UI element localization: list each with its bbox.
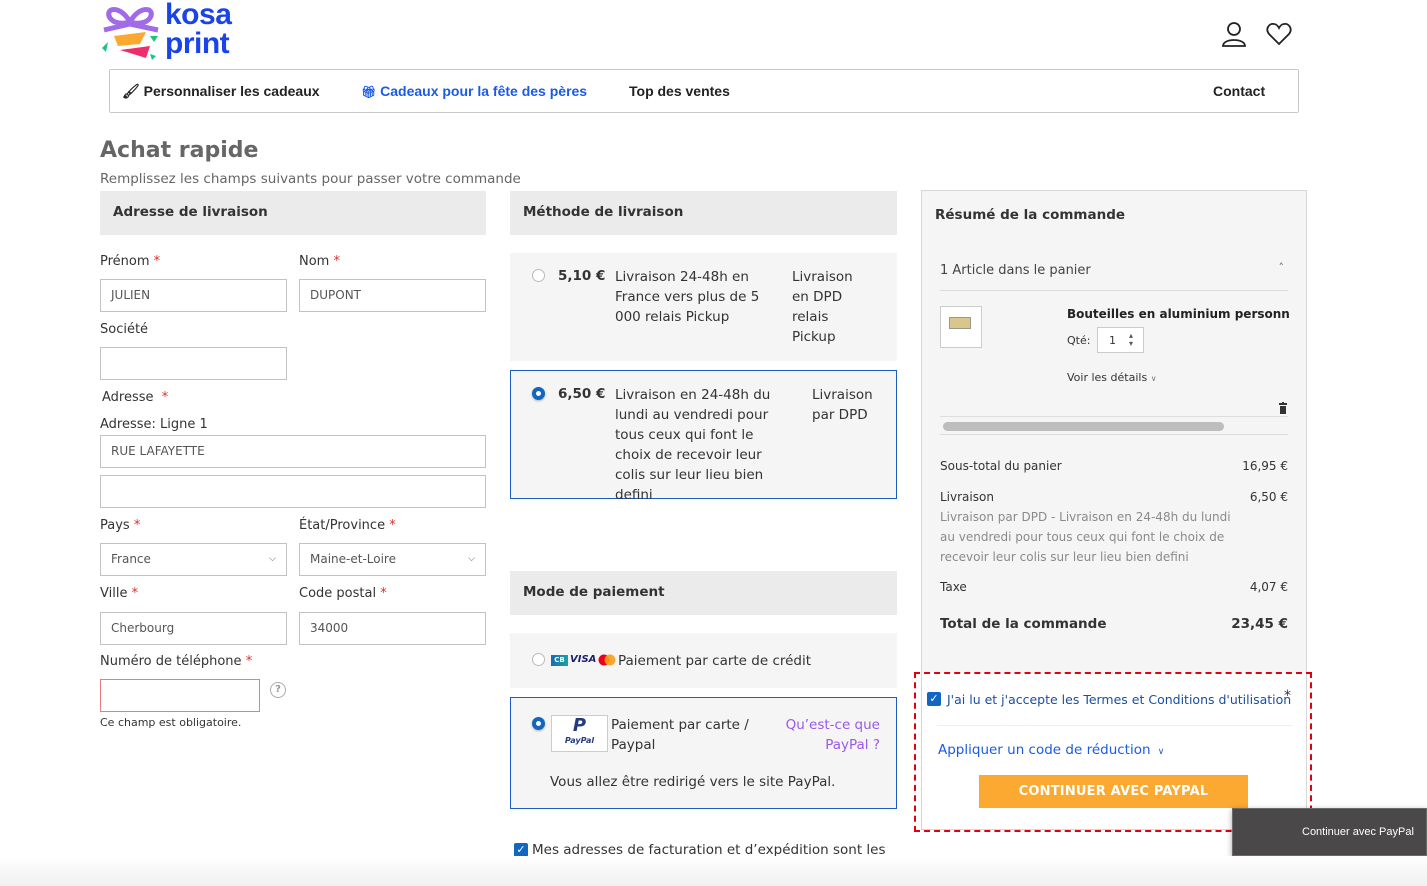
nav-item-top-ventes[interactable]: Top des ventes — [629, 83, 730, 99]
shipping-method-heading: Méthode de livraison — [510, 191, 897, 235]
product-thumbnail[interactable] — [940, 306, 982, 348]
cb-icon: CB — [551, 655, 568, 666]
country-select[interactable]: France ⌵ — [100, 543, 287, 576]
shipping-price: 5,10 € — [558, 268, 606, 284]
shipping-option-pickup[interactable]: 5,10 € Livraison 24-48h en France vers p… — [510, 253, 897, 361]
lastname-label: Nom * — [299, 254, 340, 269]
payment-radio-card[interactable] — [532, 653, 545, 666]
payment-option-paypal[interactable]: P PayPal Paiement par carte / Paypal Qu’… — [510, 697, 897, 809]
subtotal-label: Sous-total du panier — [940, 459, 1062, 473]
question-circle-icon[interactable]: ? — [270, 682, 286, 698]
street1-label: Adresse: Ligne 1 — [100, 417, 208, 432]
shipping-carrier: Livraison en DPD relais Pickup — [792, 269, 853, 345]
payment-label: Paiement par carte de crédit — [618, 653, 812, 669]
shipping-carrier: Livraison par DPD — [812, 387, 873, 423]
city-label: Ville * — [100, 586, 139, 601]
street2-input[interactable] — [100, 475, 486, 508]
heart-icon[interactable] — [1265, 20, 1293, 48]
shipping-description: Livraison en 24-48h du lundi au vendredi… — [615, 387, 771, 503]
main-nav: 🖌︎ Personnaliser les cadeaux 🎁︎ Cadeaux … — [109, 69, 1299, 113]
total-label: Total de la commande — [940, 616, 1107, 632]
view-details-toggle[interactable]: Voir les détails ∨ — [1067, 371, 1157, 384]
company-input[interactable] — [100, 347, 287, 380]
telephone-label: Numéro de téléphone * — [100, 654, 253, 669]
paypal-redirect-note: Vous allez être redirigé vers le site Pa… — [550, 774, 836, 790]
tax-label: Taxe — [940, 580, 967, 594]
what-is-paypal-link[interactable]: Qu’est-ce que PayPal ? — [776, 715, 880, 755]
summary-heading: Résumé de la commande — [935, 207, 1126, 223]
firstname-label: Prénom * — [100, 254, 161, 269]
gift-icon: 🎁︎ — [361, 85, 377, 99]
tax-value: 4,07 € — [1249, 580, 1288, 594]
payment-label: Paiement par carte / Paypal — [611, 717, 749, 753]
shipping-label: Livraison — [940, 490, 994, 504]
visa-icon: VISA — [570, 654, 597, 665]
shipping-radio-dpd[interactable] — [532, 387, 545, 400]
postcode-input[interactable]: 34000 — [299, 612, 486, 645]
logo-line-2: print — [165, 27, 230, 60]
payment-heading: Mode de paiement — [510, 571, 897, 615]
shipping-method-description: Livraison par DPD - Livraison en 24-48h … — [940, 510, 1231, 564]
shipping-price: 6,50 € — [558, 386, 606, 402]
chevron-down-icon: ∨ — [1150, 374, 1157, 383]
horizontal-scrollbar[interactable] — [943, 422, 1224, 431]
shipping-radio-pickup[interactable] — [532, 269, 545, 282]
chevron-up-icon: ˄ — [1278, 261, 1285, 274]
trash-icon[interactable] — [1279, 402, 1287, 414]
street1-input[interactable]: RUE LAFAYETTE — [100, 435, 486, 468]
total-value: 23,45 € — [1231, 616, 1288, 632]
telephone-input[interactable] — [100, 679, 260, 712]
postcode-label: Code postal * — [299, 586, 387, 601]
nav-item-contact[interactable]: Contact — [1213, 83, 1265, 99]
product-name: Bouteilles en aluminium personnalis — [1067, 307, 1289, 321]
cart-items-toggle[interactable]: 1 Article dans le panier ˄ — [940, 253, 1288, 291]
chevron-down-icon: ⌵ — [269, 554, 276, 564]
logo-line-1: kosa — [165, 0, 232, 31]
mastercard-icon — [598, 654, 616, 666]
logo-wordmark[interactable]: kosa print — [165, 0, 232, 60]
address-label: Adresse * — [102, 390, 169, 405]
city-input[interactable]: Cherbourg — [100, 612, 287, 645]
same-address-checkbox[interactable]: ✓ — [514, 843, 528, 857]
nav-item-fete-des-peres[interactable]: 🎁︎ Cadeaux pour la fête des pères — [361, 83, 587, 99]
shipping-value: 6,50 € — [1249, 490, 1288, 504]
gift-logo-icon — [102, 7, 159, 60]
chevron-down-icon: ⌵ — [468, 554, 475, 564]
user-icon[interactable] — [1220, 20, 1248, 48]
region-label: État/Province * — [299, 518, 396, 533]
nav-item-personnaliser[interactable]: 🖌︎ Personnaliser les cadeaux — [122, 83, 320, 100]
shipping-description: Livraison 24-48h en France vers plus de … — [615, 269, 760, 325]
payment-radio-paypal[interactable] — [532, 717, 545, 730]
company-label: Société — [100, 322, 149, 337]
shipping-option-dpd[interactable]: 6,50 € Livraison en 24-48h du lundi au v… — [510, 370, 897, 503]
lastname-input[interactable]: DUPONT — [299, 279, 486, 312]
firstname-input[interactable]: JULIEN — [100, 279, 287, 312]
tooltip: Continuer avec PayPal — [1232, 808, 1427, 856]
page-subtitle: Remplissez les champs suivants pour pass… — [100, 171, 521, 187]
telephone-error: Ce champ est obligatoire. — [100, 716, 242, 729]
shipping-address-heading: Adresse de livraison — [100, 191, 486, 235]
brush-icon: 🖌︎ — [122, 83, 140, 99]
country-label: Pays * — [100, 518, 141, 533]
qty-stepper[interactable]: 1 ▴ ▾ — [1097, 327, 1144, 353]
subtotal-value: 16,95 € — [1242, 459, 1288, 473]
payment-option-card[interactable]: CB VISA Paiement par carte de crédit — [510, 633, 897, 688]
paypal-icon: P PayPal — [551, 715, 608, 752]
stepper-arrows-icon[interactable]: ▴ ▾ — [1129, 332, 1133, 348]
page-title: Achat rapide — [100, 138, 259, 163]
region-select[interactable]: Maine-et-Loire ⌵ — [299, 543, 486, 576]
qty-label: Qté: — [1067, 334, 1091, 347]
